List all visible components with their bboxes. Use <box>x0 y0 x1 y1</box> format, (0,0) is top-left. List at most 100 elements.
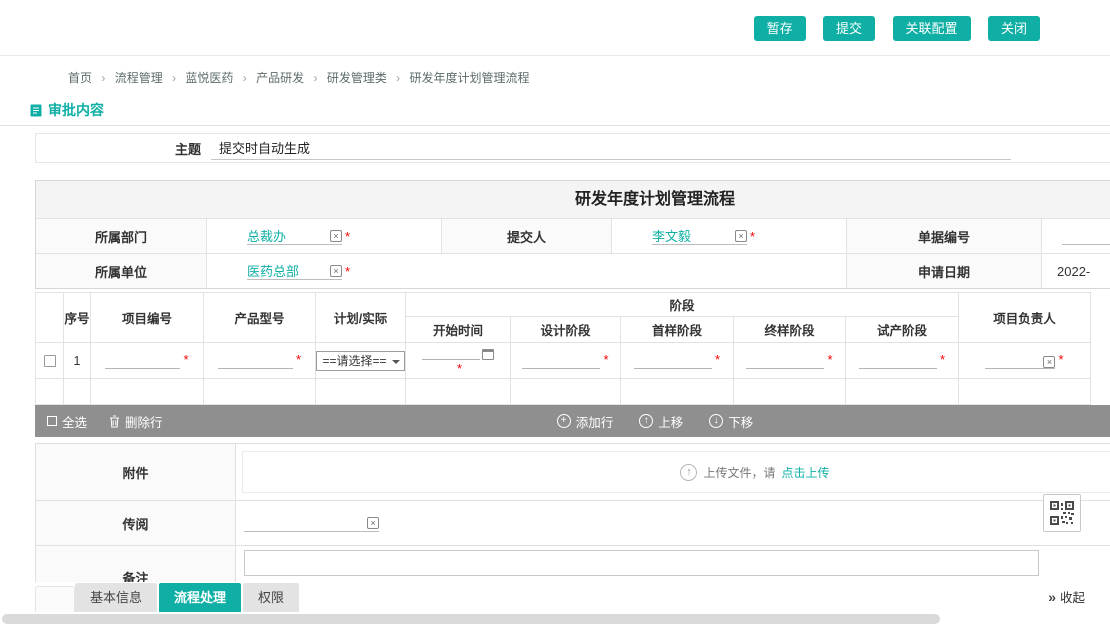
tab-process-handling[interactable]: 流程处理 <box>159 583 241 612</box>
select-placeholder: ==请选择== <box>322 352 386 369</box>
attachment-content: ↑ 上传文件，请 点击上传 <box>236 444 1110 500</box>
breadcrumb-item-product-rd[interactable]: 产品研发 <box>256 71 304 85</box>
grid-cell-empty <box>316 379 406 405</box>
select-all-checkbox-icon[interactable] <box>47 416 57 426</box>
attachment-label: 附件 <box>36 444 236 500</box>
grid-header-design: 设计阶段 <box>511 317 621 343</box>
select-all-button[interactable]: 全选 <box>47 412 87 431</box>
grid-data-row-1: 1 * * ==请选择== * <box>36 343 1110 379</box>
breadcrumb-item-home[interactable]: 首页 <box>68 71 92 85</box>
attachment-row: 附件 ↑ 上传文件，请 点击上传 <box>36 444 1110 500</box>
browse-icon[interactable]: × <box>330 265 342 277</box>
tab-basic-info[interactable]: 基本信息 <box>75 583 157 612</box>
trial-production-input[interactable] <box>859 354 937 369</box>
dept-field: 总裁办 × * <box>206 219 441 253</box>
breadcrumb-separator: › <box>396 71 400 85</box>
breadcrumb-item-company[interactable]: 蓝悦医药 <box>185 71 233 85</box>
move-down-button[interactable]: ↓ 下移 <box>709 412 753 431</box>
browse-icon[interactable]: × <box>735 230 747 242</box>
save-draft-button[interactable]: 暂存 <box>754 16 806 41</box>
add-row-button[interactable]: + 添加行 <box>557 412 614 431</box>
grid-cell-product-model: * <box>204 343 316 379</box>
unit-field: 医药总部 × * <box>206 254 846 288</box>
circulate-label: 传阅 <box>36 501 236 545</box>
grid-filler <box>1091 379 1110 405</box>
tab-permission[interactable]: 权限 <box>243 583 299 612</box>
circulate-content: × <box>236 501 1110 545</box>
grid-header-final-sample: 终样阶段 <box>734 317 846 343</box>
grid-header-owner: 项目负责人 <box>959 293 1091 343</box>
remark-input[interactable] <box>244 550 1039 576</box>
upload-dropzone[interactable]: ↑ 上传文件，请 点击上传 <box>242 451 1110 493</box>
delete-row-button[interactable]: 删除行 <box>109 412 163 431</box>
breadcrumb-item-process-mgmt[interactable]: 流程管理 <box>115 71 163 85</box>
owner-input[interactable]: × <box>985 354 1055 369</box>
grid-cell-first-sample: * <box>621 343 734 379</box>
grid-cell-empty <box>406 379 511 405</box>
grid-cell-empty <box>511 379 621 405</box>
apply-date-field: 2022- <box>1041 254 1110 288</box>
submitter-field: 李文毅 × * <box>611 219 846 253</box>
arrow-up-circle-icon: ↑ <box>639 414 653 428</box>
grid-header-project-no: 项目编号 <box>91 293 204 343</box>
plan-actual-select[interactable]: ==请选择== <box>316 351 404 371</box>
related-config-button[interactable]: 关联配置 <box>893 16 971 41</box>
grid-cell-owner: ×* <box>959 343 1091 379</box>
apply-date-value[interactable]: 2022- <box>1057 264 1090 279</box>
move-up-button[interactable]: ↑ 上移 <box>639 412 683 431</box>
subject-label: 主题 <box>36 139 211 158</box>
collapse-label: 收起 <box>1060 587 1085 606</box>
qr-code-button[interactable] <box>1043 494 1081 532</box>
arrow-down-circle-icon: ↓ <box>709 414 723 428</box>
grid-cell-final-sample: * <box>734 343 846 379</box>
dept-input[interactable]: 总裁办 × <box>247 227 342 245</box>
breadcrumb-item-current[interactable]: 研发年度计划管理流程 <box>410 71 530 85</box>
plus-circle-icon: + <box>557 414 571 428</box>
project-no-input[interactable] <box>105 354 180 369</box>
grid-cell-empty <box>621 379 734 405</box>
grid-cell-start-time: * <box>406 343 511 379</box>
required-marker: * <box>750 229 755 244</box>
grid-cell-empty <box>846 379 959 405</box>
chevron-right-double-icon: » <box>1048 589 1056 605</box>
required-marker: * <box>715 352 720 367</box>
unit-input[interactable]: 医药总部 × <box>247 262 342 280</box>
close-button[interactable]: 关闭 <box>988 16 1040 41</box>
submitter-input[interactable]: 李文毅 × <box>652 227 747 245</box>
calendar-icon[interactable] <box>482 349 494 360</box>
browse-icon[interactable]: × <box>367 517 379 529</box>
upload-link[interactable]: 点击上传 <box>782 464 830 481</box>
circulate-row: 传阅 × <box>36 500 1110 545</box>
subject-input[interactable]: 提交时自动生成 <box>211 137 1011 160</box>
tabs: 基本信息 流程处理 权限 <box>75 583 301 612</box>
grid-cell-empty <box>36 379 64 405</box>
collapse-button[interactable]: » 收起 <box>1048 587 1085 606</box>
horizontal-scrollbar-track <box>0 612 1110 628</box>
browse-icon[interactable]: × <box>1043 356 1055 368</box>
move-down-label: 下移 <box>728 412 753 431</box>
add-row-label: 添加行 <box>576 412 614 431</box>
subject-row: 主题 提交时自动生成 <box>35 133 1110 163</box>
submitter-value[interactable]: 李文毅 <box>652 226 691 245</box>
select-all-label: 全选 <box>62 412 87 431</box>
apply-date-label: 申请日期 <box>846 254 1041 288</box>
product-model-input[interactable] <box>218 354 293 369</box>
first-sample-input[interactable] <box>634 354 712 369</box>
submit-button[interactable]: 提交 <box>823 16 875 41</box>
final-sample-input[interactable] <box>746 354 824 369</box>
delete-row-label: 删除行 <box>125 412 163 431</box>
browse-icon[interactable]: × <box>330 230 342 242</box>
unit-value[interactable]: 医药总部 <box>247 261 299 280</box>
design-phase-input[interactable] <box>522 354 600 369</box>
grid-cell-design: * <box>511 343 621 379</box>
grid-toolbar-center: + 添加行 ↑ 上移 ↓ 下移 <box>35 405 1110 437</box>
doc-no-input[interactable] <box>1062 227 1110 245</box>
horizontal-scrollbar-thumb[interactable] <box>2 614 940 624</box>
circulate-input[interactable]: × <box>244 514 379 532</box>
row-checkbox[interactable] <box>44 355 56 367</box>
grid-header-start-time: 开始时间 <box>406 317 511 343</box>
dept-value[interactable]: 总裁办 <box>247 226 286 245</box>
start-time-input[interactable] <box>422 345 480 360</box>
breadcrumb-item-rd-category[interactable]: 研发管理类 <box>327 71 387 85</box>
required-marker: * <box>183 352 188 367</box>
